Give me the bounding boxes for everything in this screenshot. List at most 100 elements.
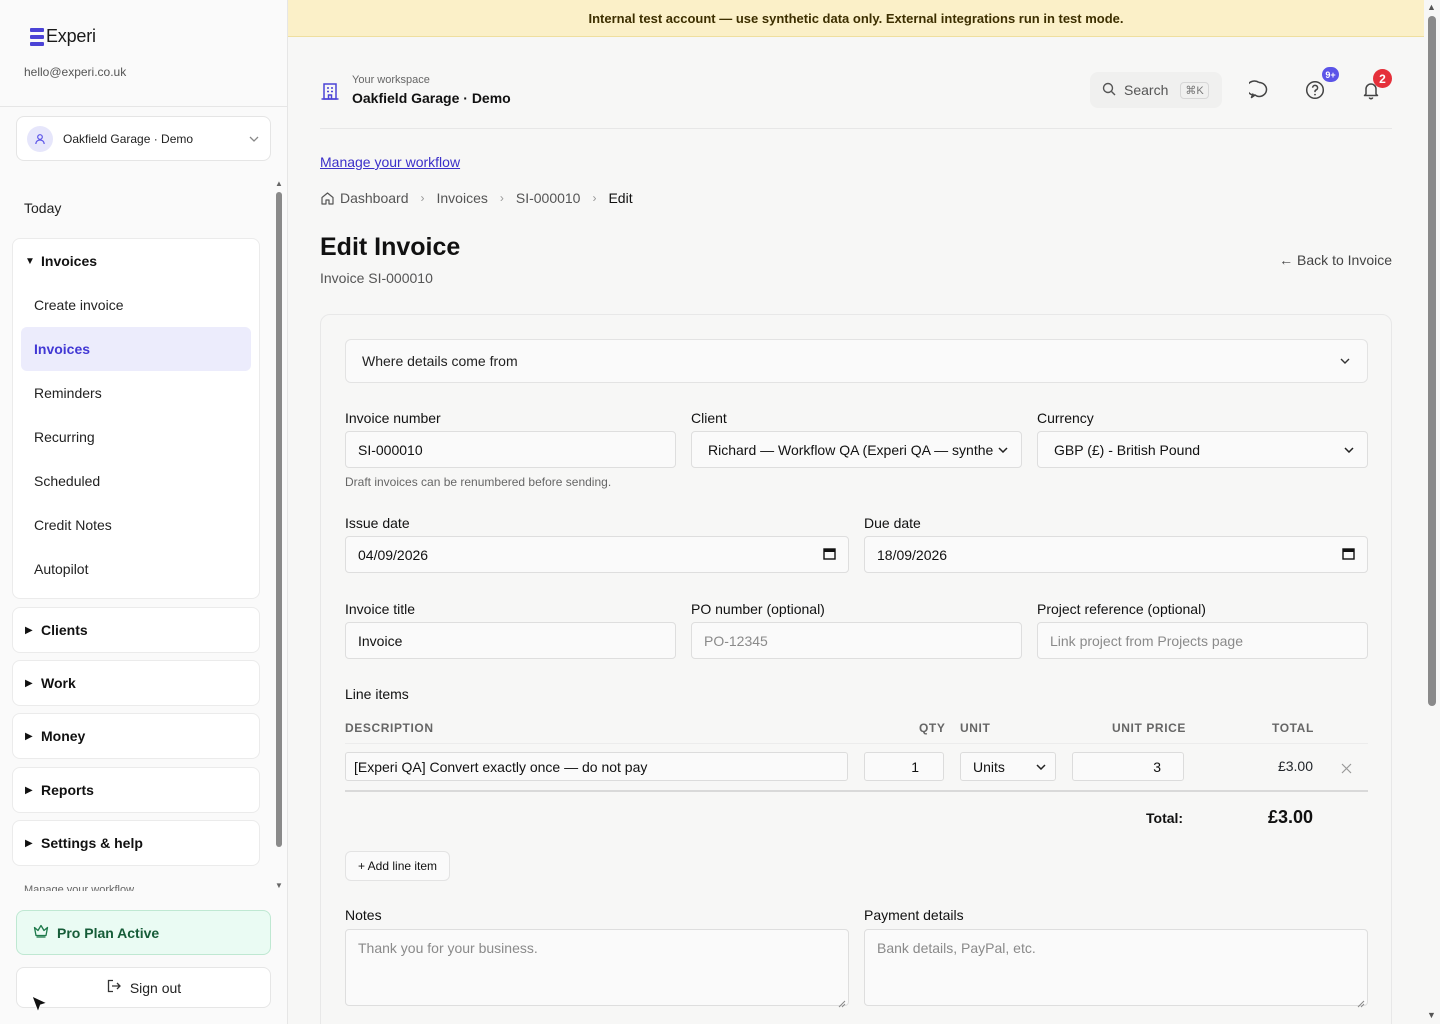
table-footer-divider [345, 790, 1368, 792]
search-shortcut: ⌘K [1180, 81, 1209, 99]
calendar-icon[interactable] [823, 547, 836, 563]
payment-details-placeholder: Bank details, PayPal, etc. [877, 940, 1036, 956]
brand-logo[interactable]: Experi [30, 26, 96, 47]
manage-workflow-link[interactable]: Manage your workflow [320, 154, 460, 170]
page-title: Edit Invoice [320, 233, 461, 261]
workspace-switcher[interactable]: Oakfield Garage · Demo [16, 116, 271, 161]
calendar-icon[interactable] [1342, 547, 1355, 563]
scroll-down-arrow-icon[interactable]: ▼ [1427, 1010, 1436, 1020]
po-number-input[interactable]: PO-12345 [691, 622, 1022, 659]
header-divider [320, 128, 1392, 129]
line-item-unit-price-input[interactable]: 3 [1072, 752, 1184, 781]
nav-group-clients[interactable]: ▶ Clients [12, 607, 260, 653]
experi-logo-icon [30, 27, 44, 46]
sign-out-label: Sign out [129, 979, 182, 996]
caret-right-icon: ▶ [25, 677, 33, 689]
notes-textarea[interactable]: Thank you for your business. [345, 929, 849, 1008]
line-item-unit-select[interactable]: Units [960, 752, 1056, 781]
account-email: hello@experi.co.uk [24, 65, 127, 79]
search-button[interactable]: Search ⌘K [1090, 72, 1222, 108]
breadcrumb-invoices[interactable]: Invoices [437, 190, 488, 206]
issue-date-input[interactable]: 04/09/2026 [345, 536, 849, 573]
currency-select[interactable]: GBP (£) - British Pound [1037, 431, 1368, 468]
total-value: £3.00 [1267, 807, 1313, 827]
sign-out-button[interactable]: Sign out [16, 967, 271, 1008]
sidebar-item-invoices[interactable]: Invoices [21, 327, 251, 371]
scrollbar-thumb[interactable] [276, 192, 282, 847]
back-to-invoice-link[interactable]: ← Back to Invoice [1279, 252, 1392, 268]
invoice-number-input[interactable]: SI-000010 [345, 431, 676, 468]
line-item-unit-value: Units [973, 758, 1005, 775]
nav-group-reports[interactable]: ▶ Reports [12, 767, 260, 813]
test-mode-banner: Internal test account — use synthetic da… [288, 0, 1424, 37]
mouse-cursor-icon [30, 994, 50, 1019]
nav-group-label: Work [41, 675, 76, 691]
details-source-accordion[interactable]: Where details come from [345, 339, 1368, 383]
sidebar-item-create-invoice[interactable]: Create invoice [13, 283, 259, 327]
invoice-title-input[interactable]: Invoice [345, 622, 676, 659]
caret-right-icon: ▶ [25, 624, 33, 636]
po-number-label: PO number (optional) [691, 601, 825, 617]
sign-out-icon [106, 979, 122, 996]
scroll-down-arrow-icon[interactable]: ▼ [274, 882, 284, 890]
nav-group-invoices-toggle[interactable]: ▼ Invoices [13, 239, 259, 283]
chat-icon[interactable] [1248, 79, 1270, 101]
nav-group-settings-help[interactable]: ▶ Settings & help [12, 820, 260, 866]
sidebar-item-recurring[interactable]: Recurring [13, 415, 259, 459]
scroll-up-arrow-icon[interactable]: ▲ [1427, 2, 1436, 12]
notes-placeholder: Thank you for your business. [358, 940, 538, 956]
resize-handle-icon[interactable] [1357, 995, 1365, 1008]
chevron-right-icon: › [499, 191, 504, 205]
caret-right-icon: ▶ [25, 730, 33, 742]
chevron-down-icon [248, 133, 260, 145]
nav-group-invoices: ▼ Invoices Create invoice Invoices Remin… [12, 238, 260, 599]
project-reference-input[interactable]: Link project from Projects page [1037, 622, 1368, 659]
scroll-up-arrow-icon[interactable]: ▲ [274, 180, 284, 188]
project-reference-placeholder: Link project from Projects page [1050, 632, 1243, 649]
breadcrumb: Dashboard › Invoices › SI-000010 › Edit [320, 190, 633, 206]
sidebar-item-credit-notes[interactable]: Credit Notes [13, 503, 259, 547]
line-item-description-value: [Experi QA] Convert exactly once — do no… [354, 758, 648, 775]
client-select[interactable]: Richard — Workflow QA (Experi QA — synth… [691, 431, 1022, 468]
sidebar-divider [0, 106, 287, 107]
due-date-input[interactable]: 18/09/2026 [864, 536, 1368, 573]
remove-line-item-icon[interactable] [1341, 761, 1352, 777]
client-label: Client [691, 410, 727, 426]
brand-name: Experi [46, 26, 96, 46]
due-date-label: Due date [864, 515, 921, 531]
nav-group-work[interactable]: ▶ Work [12, 660, 260, 706]
help-icon[interactable] [1304, 79, 1326, 101]
search-label: Search [1124, 82, 1169, 98]
sidebar-item-autopilot[interactable]: Autopilot [13, 547, 259, 591]
chevron-down-icon [1343, 444, 1355, 456]
table-header-divider [345, 743, 1368, 744]
breadcrumb-current: Edit [608, 190, 633, 206]
due-date-value: 18/09/2026 [877, 546, 948, 563]
column-total: TOTAL [1272, 721, 1314, 735]
invoice-number-label: Invoice number [345, 410, 441, 426]
main-scrollbar[interactable]: ▲ ▼ [1424, 0, 1440, 1024]
line-item-description-input[interactable]: [Experi QA] Convert exactly once — do no… [345, 752, 848, 781]
sidebar-item-reminders[interactable]: Reminders [13, 371, 259, 415]
crown-icon [33, 924, 49, 941]
column-qty: QTY [919, 721, 946, 735]
sidebar-scrollbar[interactable]: ▲ ▼ [274, 180, 284, 890]
column-description: DESCRIPTION [345, 721, 434, 735]
breadcrumb-invoice-number[interactable]: SI-000010 [516, 190, 581, 206]
breadcrumb-dashboard[interactable]: Dashboard [340, 190, 409, 206]
payment-details-textarea[interactable]: Bank details, PayPal, etc. [864, 929, 1368, 1008]
currency-value: GBP (£) - British Pound [1054, 441, 1201, 458]
nav-group-money[interactable]: ▶ Money [12, 713, 260, 759]
caret-right-icon: ▶ [25, 837, 33, 849]
resize-handle-icon[interactable] [838, 995, 846, 1008]
nav-group-label: Settings & help [41, 835, 143, 851]
sidebar-item-today[interactable]: Today [24, 200, 61, 216]
line-item-qty-input[interactable]: 1 [864, 752, 944, 781]
chevron-down-icon [1339, 355, 1351, 367]
pro-plan-badge[interactable]: Pro Plan Active [16, 910, 271, 955]
add-line-item-button[interactable]: + Add line item [345, 851, 451, 881]
workspace-label: Your workspace [352, 74, 430, 86]
total-label: Total: [1146, 810, 1184, 826]
sidebar-item-scheduled[interactable]: Scheduled [13, 459, 259, 503]
scrollbar-thumb[interactable] [1428, 16, 1436, 706]
